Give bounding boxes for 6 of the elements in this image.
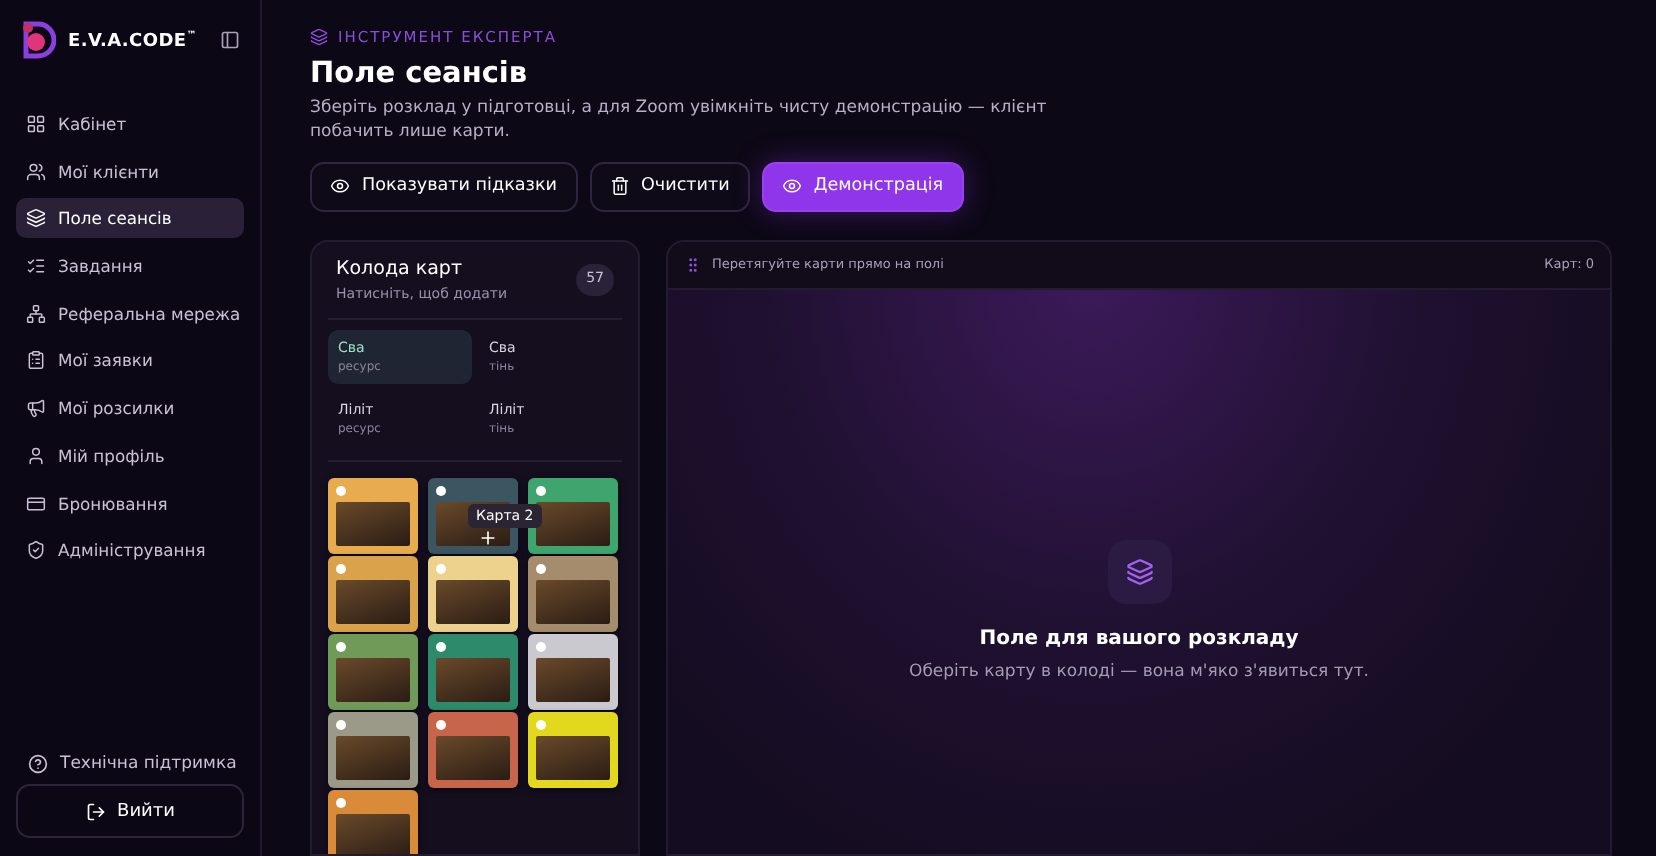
page-title: Поле сеансів [310,58,530,90]
logo-text: E.V.A.CODE$^{™}$ [68,29,199,51]
deck-title: Колода карт [336,257,464,280]
empty-state-title: Поле для вашого розкладу [979,628,1299,651]
page-description: Зберіть розклад у підготовці, а для Zoom увімкніть чисту демонстрацію — клієнт побачить лише карти. [310,98,1049,146]
empty-state-text: Оберіть карту в колоді — вона м'яко з'явиться тут. [909,662,1369,683]
